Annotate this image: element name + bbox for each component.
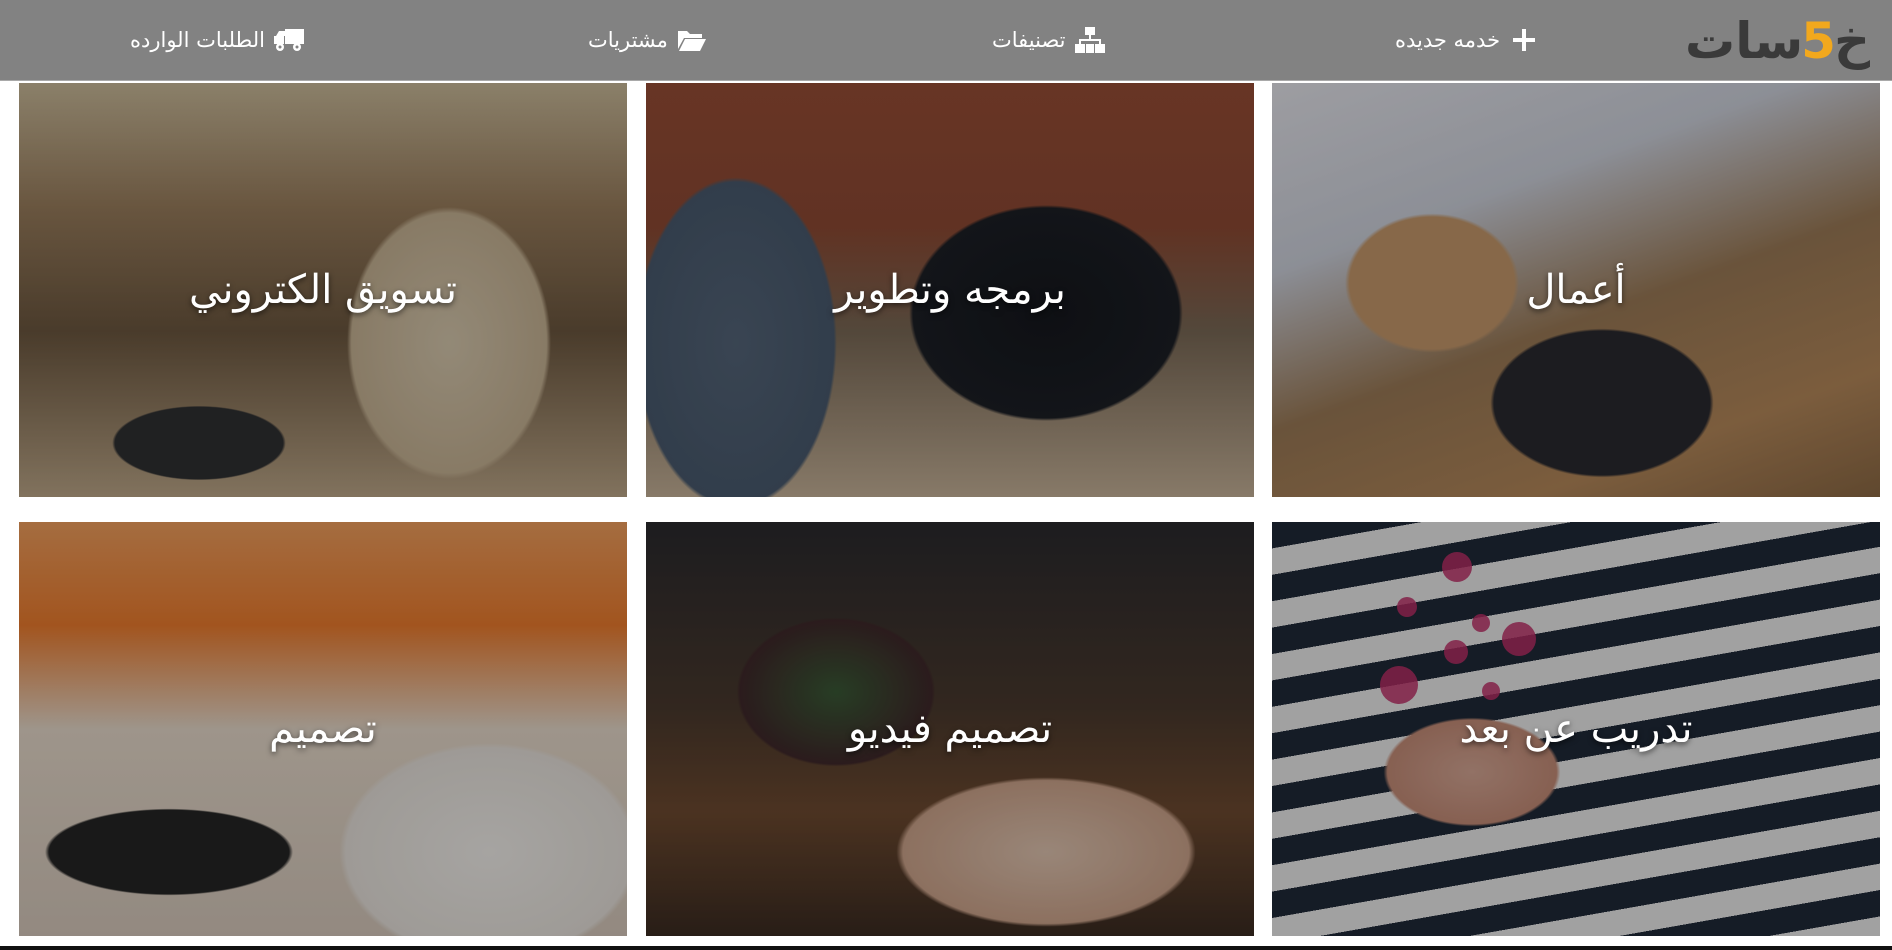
plus-icon [1508, 24, 1540, 56]
category-tile-video-design[interactable]: تصميم فيديو [646, 522, 1254, 936]
nav-categories-label: تصنيفات [992, 28, 1066, 52]
categories-grid: أعمال برمجه وتطوير تسويق الكتروني تدريب … [0, 83, 1892, 950]
nav-purchases-label: مشتريات [588, 28, 668, 52]
nav-incoming-orders[interactable]: الطلبات الوارده [130, 22, 305, 58]
nav-new-service-label: خدمه جديده [1395, 28, 1501, 52]
truck-icon [273, 24, 305, 56]
category-tile-marketing[interactable]: تسويق الكتروني [19, 83, 627, 497]
category-tile-programming[interactable]: برمجه وتطوير [646, 83, 1254, 497]
logo-digit: 5 [1801, 12, 1836, 70]
site-logo[interactable]: سات 5 خ [1680, 10, 1870, 72]
logo-prefix: خ [1833, 12, 1870, 70]
category-title: تدريب عن بعد [1459, 706, 1693, 752]
category-tile-training[interactable]: تدريب عن بعد [1272, 522, 1880, 936]
logo-suffix: سات [1684, 12, 1804, 70]
category-title: تصميم فيديو [847, 706, 1053, 752]
top-navbar: سات 5 خ خدمه جديده تصنيفات مشتريات الطلب… [0, 0, 1892, 81]
category-tile-design[interactable]: تصميم [19, 522, 627, 936]
nav-incoming-orders-label: الطلبات الوارده [130, 28, 266, 52]
category-title: برمجه وتطوير [834, 267, 1066, 313]
nav-categories[interactable]: تصنيفات [992, 22, 1106, 58]
page-bottom-border [0, 946, 1892, 950]
category-tile-business[interactable]: أعمال [1272, 83, 1880, 497]
sitemap-icon [1074, 24, 1106, 56]
category-title: تصميم [269, 706, 377, 752]
nav-purchases[interactable]: مشتريات [588, 22, 708, 58]
category-title: أعمال [1526, 267, 1626, 313]
category-title: تسويق الكتروني [188, 267, 457, 313]
folder-open-icon [676, 24, 708, 56]
nav-new-service[interactable]: خدمه جديده [1395, 22, 1540, 58]
